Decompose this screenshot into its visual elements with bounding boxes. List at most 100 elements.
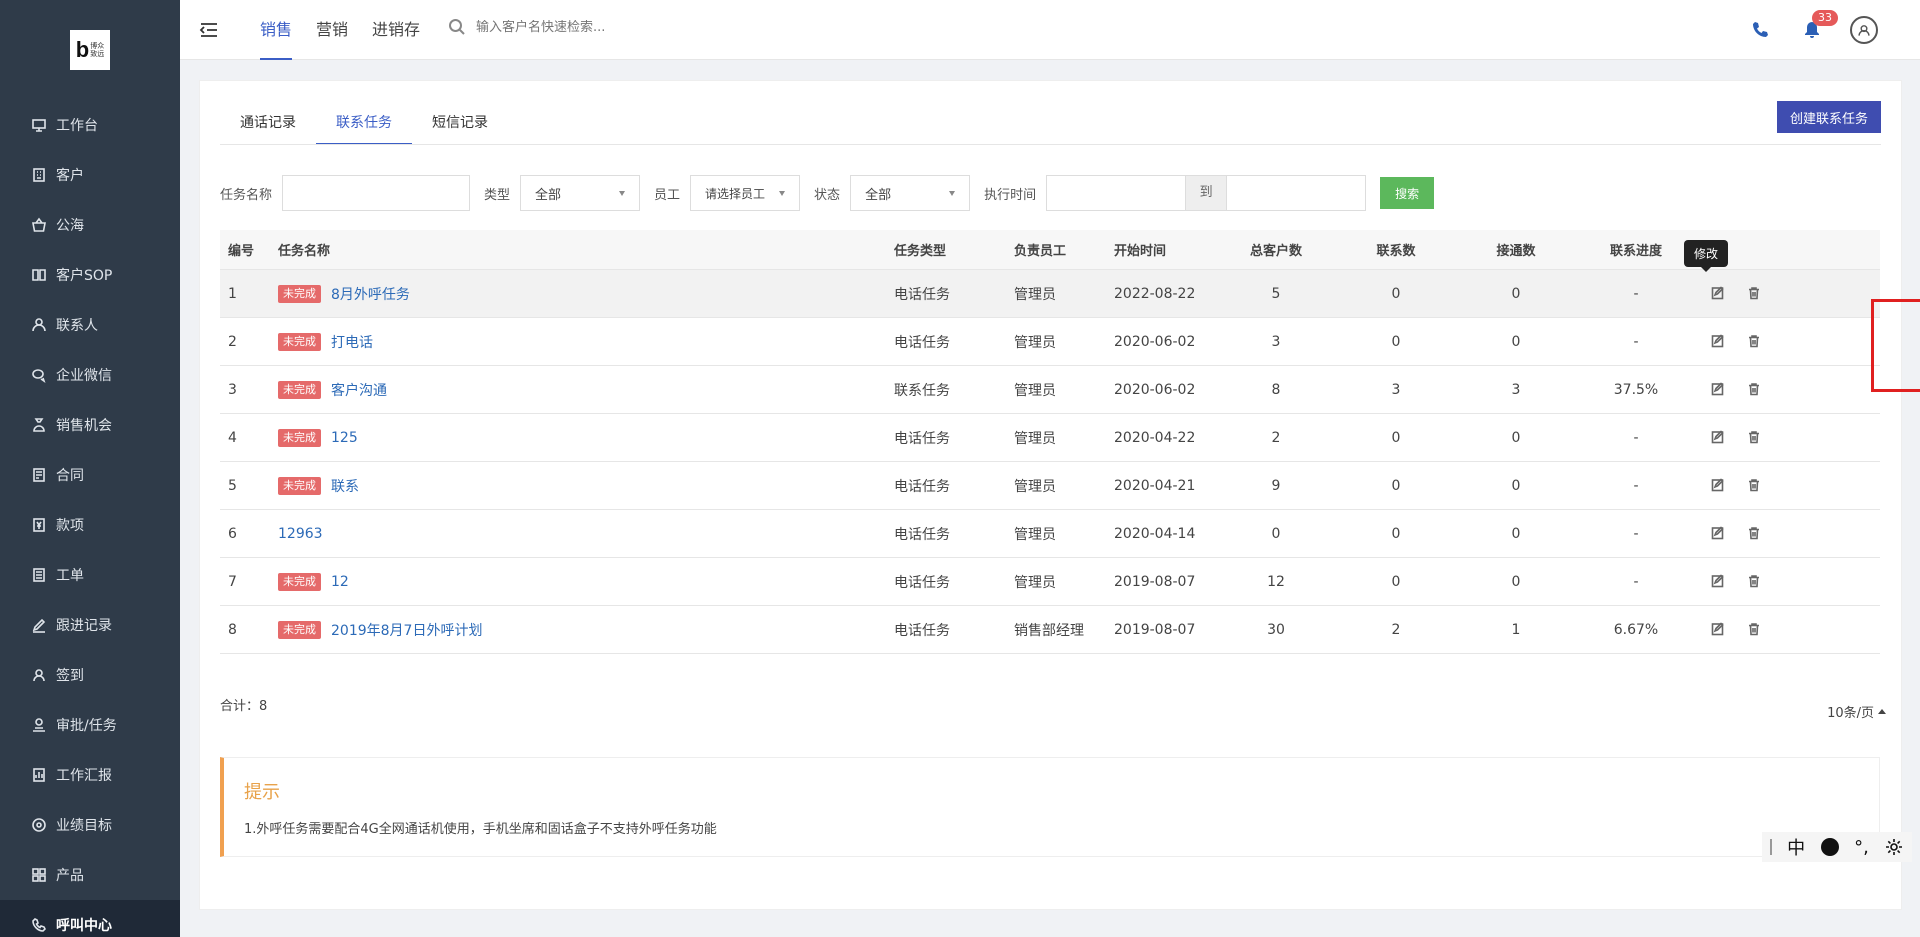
tabs-divider	[220, 144, 1881, 145]
table-row[interactable]: 3 未完成 客户沟通 联系任务 管理员 2020-06-02 8 3 3 37.5%	[220, 366, 1880, 414]
table-row[interactable]: 6 12963 电话任务 管理员 2020-04-14 0 0 0 -	[220, 510, 1880, 558]
filter-bar: 任务名称 类型 全部 员工 请选择员工 状态 全部 执行时间 到 搜索	[220, 175, 1435, 211]
row-total-customers: 3	[1271, 333, 1281, 350]
edit-icon[interactable]	[1711, 429, 1727, 446]
sidebar-item-8[interactable]: 款项	[0, 500, 180, 550]
status-badge: 未完成	[278, 284, 321, 303]
tab-contact-tasks[interactable]: 联系任务	[316, 103, 412, 145]
sidebar-item-11[interactable]: 签到	[0, 650, 180, 700]
trash-icon[interactable]	[1747, 430, 1763, 446]
menu-toggle-icon[interactable]	[198, 19, 220, 41]
edit-icon[interactable]	[1711, 285, 1727, 302]
task-name-link[interactable]: 8月外呼任务	[331, 284, 410, 304]
caret-down-icon	[779, 190, 786, 196]
sidebar-item-5[interactable]: 企业微信	[0, 350, 180, 400]
create-contact-task-button[interactable]: 创建联系任务	[1776, 101, 1881, 133]
table-row[interactable]: 8 未完成 2019年8月7日外呼计划 电话任务 销售部经理 2019-08-07 30 2 1…	[220, 606, 1880, 654]
type-select[interactable]: 全部	[520, 175, 641, 211]
bell-icon[interactable]: 33	[1796, 10, 1838, 46]
trash-icon[interactable]	[1747, 574, 1763, 590]
task-name-link[interactable]: 打电话	[331, 332, 373, 352]
row-actions	[1696, 573, 1880, 590]
trash-icon[interactable]	[1747, 526, 1763, 542]
edit-icon[interactable]	[1711, 477, 1727, 494]
row-progress: -	[1633, 573, 1639, 590]
staff-select[interactable]: 请选择员工	[690, 175, 801, 211]
sidebar-item-label: 签到	[56, 668, 84, 684]
end-date-input[interactable]	[1226, 175, 1367, 211]
task-name-link[interactable]: 12963	[278, 526, 323, 542]
sidebar-item-10[interactable]: 跟进记录	[0, 600, 180, 650]
row-contacts: 0	[1391, 477, 1401, 494]
tab-marketing[interactable]: 营销	[306, 0, 358, 60]
trash-icon[interactable]	[1747, 286, 1763, 302]
trash-icon[interactable]	[1747, 478, 1763, 494]
status-badge: 未完成	[278, 620, 321, 639]
logo-text-2: 致远	[90, 50, 105, 58]
tab-sales[interactable]: 销售	[250, 0, 302, 60]
row-no: 1	[228, 285, 237, 302]
row-contacts: 3	[1391, 381, 1401, 398]
sidebar-item-0[interactable]: 工作台	[0, 100, 180, 150]
tab-call-records[interactable]: 通话记录	[220, 103, 316, 145]
trash-icon[interactable]	[1747, 334, 1763, 350]
tab-inventory[interactable]: 进销存	[362, 0, 430, 60]
caret-up-icon	[1878, 709, 1886, 714]
table-row[interactable]: 4 未完成 125 电话任务 管理员 2020-04-22 2 0 0 -	[220, 414, 1880, 462]
task-name-link[interactable]: 12	[331, 574, 349, 590]
search-button[interactable]: 搜索	[1380, 177, 1435, 209]
sidebar-item-12[interactable]: 审批/任务	[0, 700, 180, 750]
task-name-input[interactable]	[282, 175, 471, 211]
task-name-link[interactable]: 联系	[331, 476, 359, 496]
sidebar-item-2[interactable]: 公海	[0, 200, 180, 250]
drag-handle[interactable]	[1769, 839, 1772, 855]
sidebar-item-16[interactable]: 呼叫中心	[0, 900, 180, 937]
table-row[interactable]: 2 未完成 打电话 电话任务 管理员 2020-06-02 3 0 0-	[220, 318, 1880, 366]
table-row[interactable]: 5 未完成 联系 电话任务 管理员 2020-04-21 9 0 0-	[220, 462, 1880, 510]
sidebar-item-3[interactable]: 客户SOP	[0, 250, 180, 300]
trash-icon[interactable]	[1747, 622, 1763, 638]
sidebar-item-4[interactable]: 联系人	[0, 300, 180, 350]
page-size-select[interactable]: 10条/页	[1827, 702, 1886, 721]
table-row[interactable]: 7 未完成 12 电话任务 管理员 2019-08-07 12 0 0 -	[220, 558, 1880, 606]
edit-icon[interactable]	[1711, 333, 1727, 350]
edit-icon[interactable]	[1711, 381, 1727, 398]
row-contacts: 2	[1391, 621, 1401, 638]
sidebar-item-13[interactable]: 工作汇报	[0, 750, 180, 800]
sidebar-item-6[interactable]: 销售机会	[0, 400, 180, 450]
task-name-link[interactable]: 2019年8月7日外呼计划	[331, 620, 482, 640]
sidebar-item-15[interactable]: 产品	[0, 850, 180, 900]
status-select[interactable]: 全部	[850, 175, 971, 211]
sidebar-item-1[interactable]: 客户	[0, 150, 180, 200]
edit-icon[interactable]	[1711, 573, 1727, 590]
ime-mode-icon[interactable]	[1820, 838, 1839, 856]
logo[interactable]: b 博众 致远	[70, 30, 110, 70]
settings-icon[interactable]	[1884, 837, 1904, 857]
page-size-label: 10条/页	[1827, 706, 1874, 721]
user-avatar[interactable]	[1848, 14, 1880, 46]
row-no: 7	[228, 573, 237, 590]
ime-language[interactable]: 中	[1787, 834, 1805, 860]
status-select-value: 全部	[865, 187, 892, 203]
ime-punctuation[interactable]: °,	[1854, 837, 1869, 858]
edit-icon[interactable]	[1711, 525, 1727, 542]
row-start-time: 2020-04-21	[1114, 477, 1196, 494]
trash-icon[interactable]	[1747, 382, 1763, 398]
ime-toolbar: 中 °,	[1762, 832, 1912, 862]
edit-icon	[30, 616, 48, 634]
sidebar-item-14[interactable]: 业绩目标	[0, 800, 180, 850]
task-name-link[interactable]: 125	[331, 430, 358, 446]
table-row[interactable]: 1 未完成 8月外呼任务 电话任务 管理员 2022-08-22 5 0 0 -	[220, 270, 1880, 318]
row-connected: 0	[1511, 477, 1521, 494]
task-name-link[interactable]: 客户沟通	[331, 380, 387, 400]
row-contacts: 0	[1391, 285, 1401, 302]
tab-sms-records[interactable]: 短信记录	[412, 103, 508, 145]
row-owner: 管理员	[1014, 574, 1056, 591]
phone-icon[interactable]	[1744, 14, 1776, 46]
sidebar-item-9[interactable]: 工单	[0, 550, 180, 600]
search-input[interactable]	[476, 19, 696, 35]
sidebar-item-7[interactable]: 合同	[0, 450, 180, 500]
start-date-input[interactable]	[1046, 175, 1187, 211]
row-progress: -	[1633, 333, 1639, 350]
edit-icon[interactable]	[1711, 621, 1727, 638]
